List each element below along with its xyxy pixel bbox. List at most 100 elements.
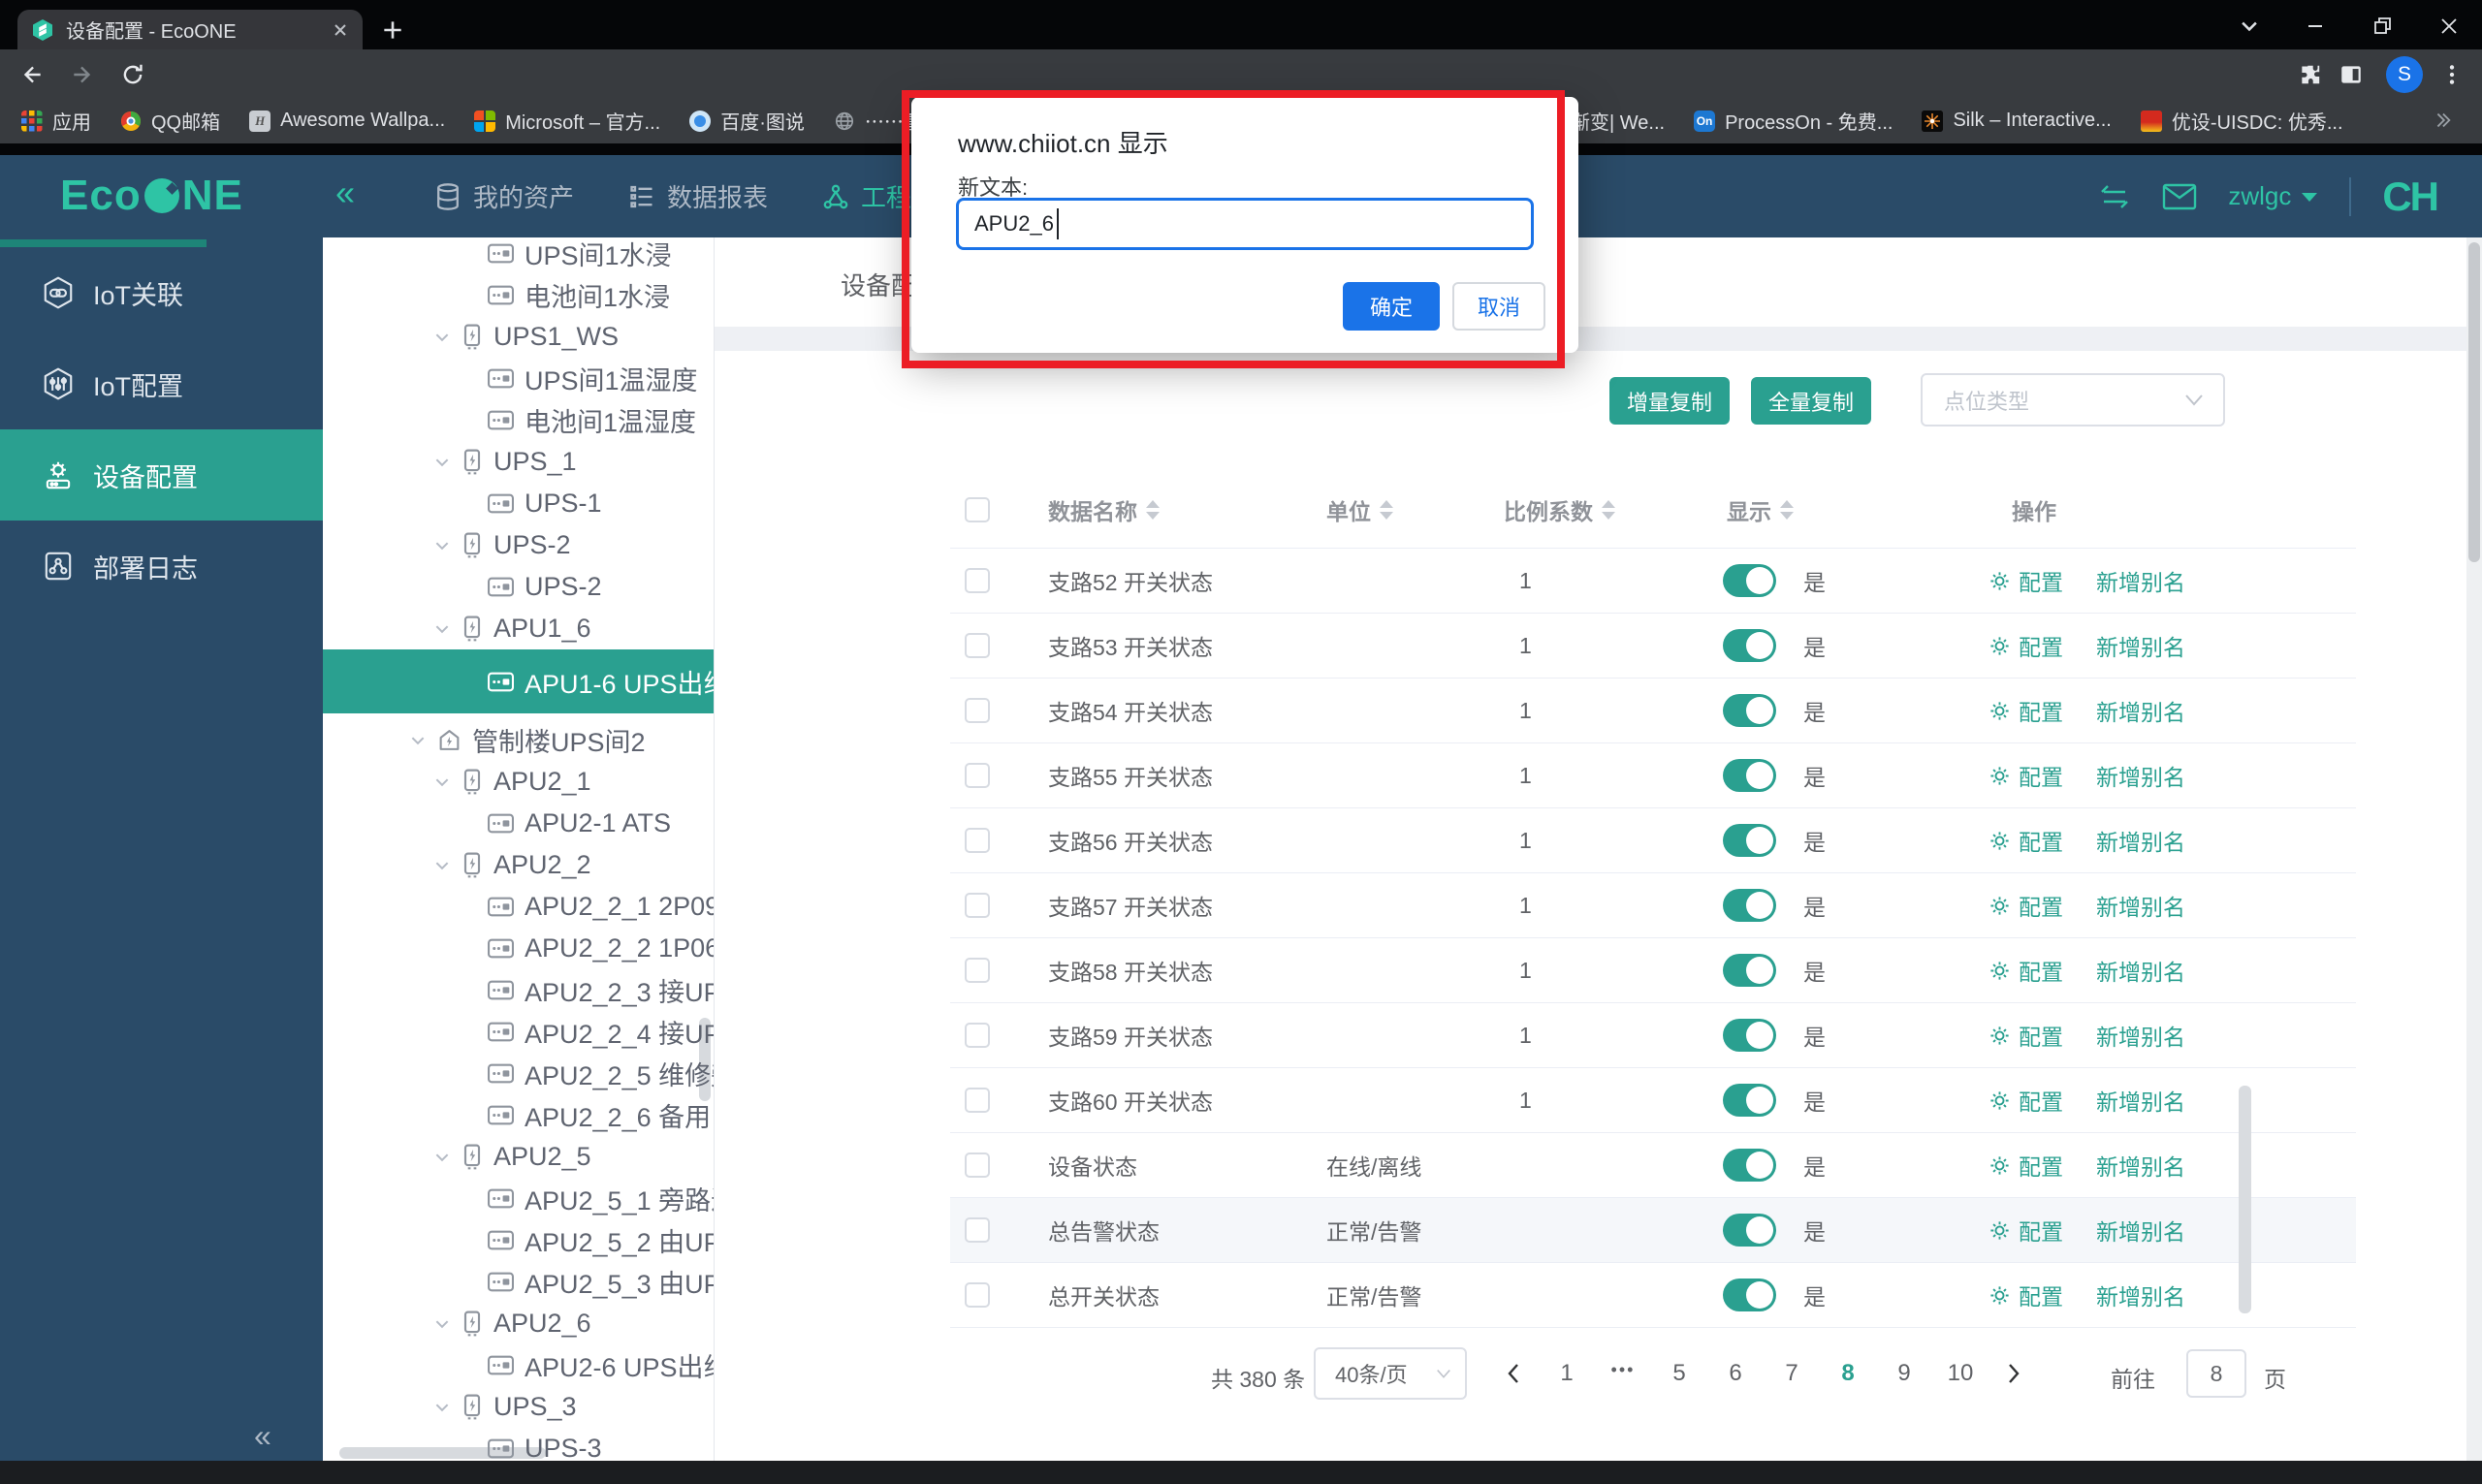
add-alias-link[interactable]: 新增别名 [2096,824,2185,857]
sidebar-item-3[interactable]: 设备配置 [0,429,323,521]
show-toggle[interactable] [1723,1084,1776,1117]
incremental-copy-button[interactable]: 增量复制 [1609,377,1730,425]
tree-item[interactable]: APU1_6 [323,608,715,649]
config-link[interactable]: 配置 [1989,1279,2063,1311]
point-type-select[interactable]: 点位类型 [1921,373,2225,426]
row-checkbox[interactable] [965,958,990,983]
tree-item[interactable]: UPS间1水浸 [323,237,715,274]
tree-item[interactable]: APU2_2_4 接UPS-4 [323,1011,715,1053]
config-link[interactable]: 配置 [1989,1084,2063,1117]
tree-item[interactable]: 电池间1温湿度 [323,399,715,441]
row-checkbox[interactable] [965,698,990,723]
mail-icon[interactable] [2162,183,2197,210]
tree-item[interactable]: APU2_1 [323,761,715,803]
add-alias-link[interactable]: 新增别名 [2096,1149,2185,1182]
dialog-cancel-button[interactable]: 取消 [1452,282,1545,331]
extensions-puzzle-icon[interactable] [2298,62,2323,87]
add-alias-link[interactable]: 新增别名 [2096,954,2185,987]
tree-item[interactable]: APU2_2_2 1P06-4 [323,928,715,969]
sort-icons[interactable] [1780,500,1794,520]
bookmark-item[interactable]: 优设-UISDC: 优秀... [2141,107,2343,135]
chevron-down-icon[interactable] [409,732,427,749]
row-checkbox[interactable] [965,1023,990,1048]
tree-item[interactable]: APU2-6 UPS出线柜 [323,1344,715,1386]
header-unit[interactable]: 单位 [1326,493,1371,526]
bookmark-item[interactable]: 百度·图说 [689,107,805,135]
bookmark-item[interactable]: Microsoft – 官方... [474,107,660,135]
sort-icons[interactable] [1602,500,1615,520]
show-toggle[interactable] [1723,954,1776,987]
page-scrollbar[interactable] [2466,237,2482,1461]
chevron-down-icon[interactable] [433,774,451,791]
sort-icons[interactable] [1380,500,1393,520]
tree-item[interactable]: 管制楼UPS间2 [323,719,715,761]
bookmark-item[interactable]: Silk – Interactive... [1922,110,2111,132]
show-toggle[interactable] [1723,824,1776,857]
page-number[interactable]: 6 [1707,1360,1764,1387]
tree-item[interactable]: UPS-2 [323,566,715,608]
tree-item[interactable]: APU2_5 [323,1136,715,1178]
page-number[interactable]: 5 [1651,1360,1707,1387]
row-checkbox[interactable] [965,893,990,918]
bookmark-item[interactable]: OnProcessOn - 免费... [1694,107,1893,135]
show-toggle[interactable] [1723,1149,1776,1182]
header-scale[interactable]: 比例系数 [1504,493,1593,526]
bookmarks-overflow-icon[interactable] [2432,110,2453,131]
menu-dots-icon[interactable] [2439,62,2465,87]
bookmark-item[interactable]: 渐变| We... [1571,107,1665,135]
add-alias-link[interactable]: 新增别名 [2096,889,2185,922]
tree-item[interactable]: APU2_5_1 旁路进线 [323,1178,715,1219]
table-vertical-scrollbar[interactable] [2239,1086,2251,1313]
tree-item[interactable]: APU1-6 UPS出线柜 [323,649,715,713]
user-menu[interactable]: zwlgc [2228,181,2318,211]
show-toggle[interactable] [1723,1279,1776,1311]
config-link[interactable]: 配置 [1989,759,2063,792]
window-minimize-button[interactable] [2293,12,2338,41]
add-alias-link[interactable]: 新增别名 [2096,1084,2185,1117]
page-number[interactable]: 7 [1764,1360,1820,1387]
chevron-down-icon[interactable] [433,1315,451,1333]
tree-item[interactable]: UPS间1温湿度 [323,358,715,399]
tree-item[interactable]: APU2_2_6 备用 [323,1094,715,1136]
page-number[interactable]: 1 [1539,1360,1595,1387]
row-checkbox[interactable] [965,1088,990,1113]
tree-item[interactable]: APU2_2_5 维修旁路 [323,1053,715,1094]
sidebar-item-4[interactable]: 部署日志 [0,521,323,612]
sidebar-collapse-chevrons[interactable]: « [254,1418,271,1454]
select-all-checkbox[interactable] [965,497,990,522]
tree-item[interactable]: UPS1_WS [323,316,715,358]
window-restore-button[interactable] [2360,12,2404,41]
row-checkbox[interactable] [965,1282,990,1308]
chevron-down-icon[interactable] [433,537,451,554]
tree-item[interactable]: APU2_5_2 由UPS-3 [323,1219,715,1261]
tree-item[interactable]: 电池间1水浸 [323,274,715,316]
tree-item[interactable]: APU2_5_3 由UPS-4 [323,1261,715,1303]
show-toggle[interactable] [1723,564,1776,597]
add-alias-link[interactable]: 新增别名 [2096,629,2185,662]
chevron-down-icon[interactable] [433,1399,451,1416]
side-panel-icon[interactable] [2339,62,2364,87]
prev-page-button[interactable] [1488,1363,1539,1384]
show-toggle[interactable] [1723,1214,1776,1247]
add-alias-link[interactable]: 新增别名 [2096,564,2185,597]
tree-item[interactable]: APU2-1 ATS [323,803,715,844]
full-copy-button[interactable]: 全量复制 [1751,377,1871,425]
ecoone-logo[interactable]: Eco NE [60,172,243,220]
tree-item[interactable]: APU2_2_3 接UPS-3 [323,969,715,1011]
row-checkbox[interactable] [965,763,990,788]
header-name[interactable]: 数据名称 [1048,493,1137,526]
add-alias-link[interactable]: 新增别名 [2096,694,2185,727]
tree-item[interactable]: APU2_6 [323,1303,715,1344]
tree-item[interactable]: APU2_2_1 2P09-7 [323,886,715,928]
chevron-down-icon[interactable] [433,454,451,471]
config-link[interactable]: 配置 [1989,1214,2063,1247]
tree-item[interactable]: APU2_2 [323,844,715,886]
tree-item[interactable]: UPS_3 [323,1386,715,1428]
bookmark-item[interactable]: QQ邮箱 [120,107,220,135]
chevron-down-icon[interactable] [433,329,451,346]
config-link[interactable]: 配置 [1989,629,2063,662]
tree-item[interactable]: UPS-2 [323,524,715,566]
show-toggle[interactable] [1723,694,1776,727]
row-checkbox[interactable] [965,568,990,593]
page-number[interactable]: 9 [1876,1360,1932,1387]
